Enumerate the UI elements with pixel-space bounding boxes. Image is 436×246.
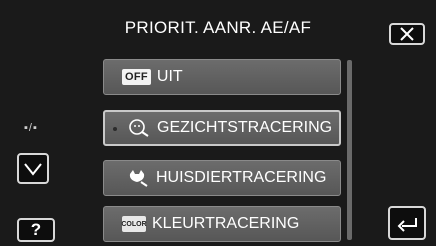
option-label: GEZICHTSTRACERING: [157, 119, 333, 136]
option-face-tracking[interactable]: GEZICHTSTRACERING: [103, 110, 341, 146]
scroll-down-button[interactable]: [17, 153, 49, 184]
scrollbar[interactable]: [347, 60, 352, 240]
option-label: KLEURTRACERING: [152, 215, 300, 232]
option-pet-tracking[interactable]: HUISDIERTRACERING: [103, 160, 341, 196]
face-tracking-icon: [127, 117, 151, 139]
option-label: UIT: [156, 68, 183, 85]
back-arrow-icon: [397, 218, 417, 232]
page-indicator: ▪/▪: [24, 122, 38, 134]
off-badge-icon: OFF: [122, 69, 151, 85]
color-badge-icon: COLOR: [121, 216, 147, 232]
chevron-down-icon: [24, 162, 42, 176]
back-button[interactable]: [388, 206, 426, 240]
option-label: HUISDIERTRACERING: [156, 169, 327, 186]
pet-tracking-icon: [126, 167, 150, 189]
help-button[interactable]: ?: [17, 218, 55, 242]
page-title: PRIORIT. AANR. AE/AF: [124, 18, 312, 37]
option-off[interactable]: OFF UIT: [103, 59, 341, 95]
close-icon: [400, 27, 414, 41]
selection-dot: [113, 127, 117, 131]
option-color-tracking[interactable]: COLOR KLEURTRACERING: [103, 206, 341, 242]
close-button[interactable]: [389, 23, 425, 45]
